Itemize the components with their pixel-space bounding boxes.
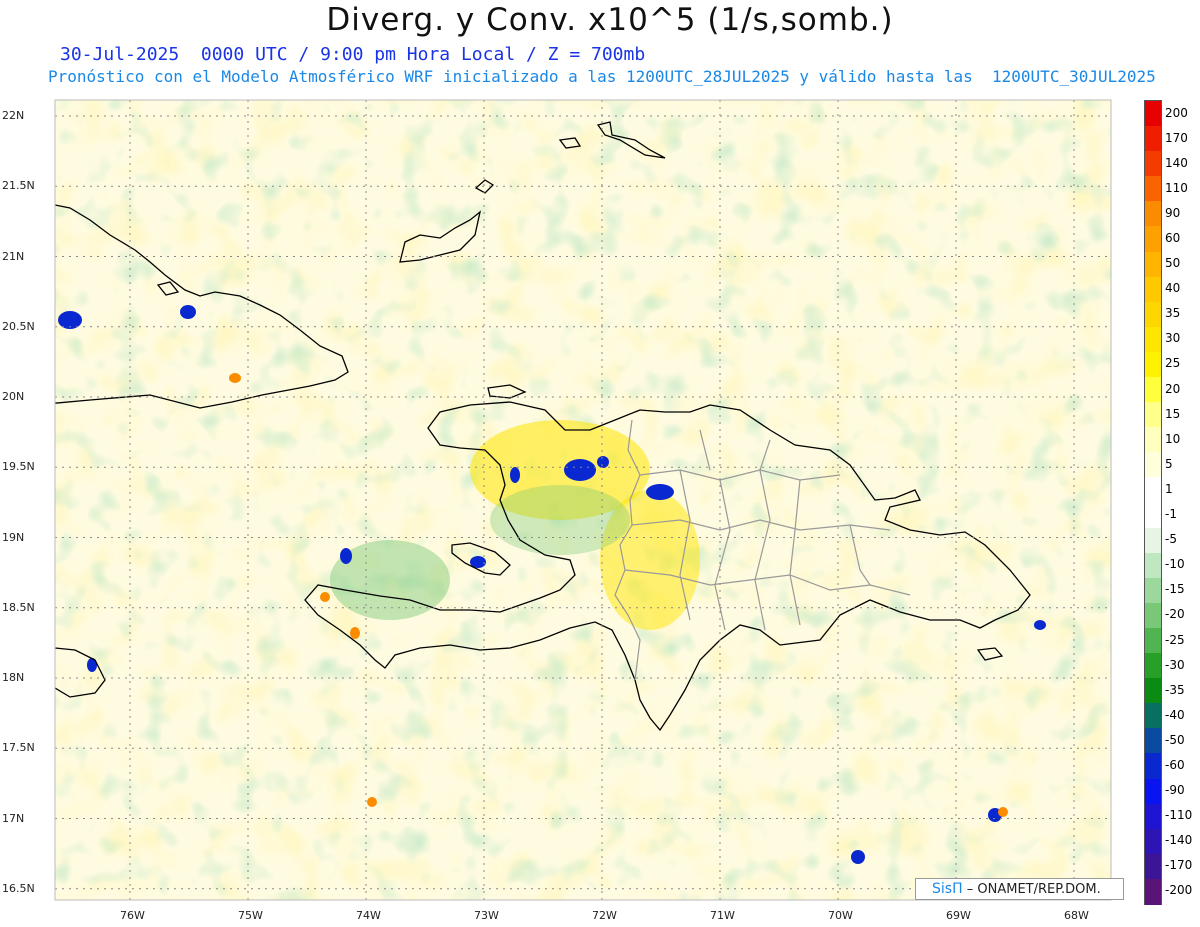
credit-box: SisΠ – ONAMET/REP.DOM. — [915, 878, 1124, 900]
colorbar-swatch — [1145, 678, 1161, 704]
colorbar-swatch — [1145, 653, 1161, 679]
colorbar-swatch — [1145, 326, 1161, 353]
colorbar-label: 110 — [1165, 180, 1188, 195]
colorbar-label: -20 — [1165, 607, 1185, 622]
lat-label: 20N — [2, 390, 25, 403]
colorbar-swatch — [1145, 728, 1161, 754]
colorbar-swatch — [1145, 853, 1161, 880]
field-shading — [55, 100, 1111, 900]
lat-label: 18.5N — [2, 600, 35, 614]
lon-label: 73W — [474, 909, 499, 922]
lat-label: 17N — [2, 811, 25, 825]
colorbar-label: -110 — [1165, 808, 1193, 823]
lat-label: 16.5N — [2, 881, 35, 895]
colorbar-label: 60 — [1165, 231, 1181, 246]
colorbar — [1144, 100, 1162, 905]
map-title: Diverg. y Conv. x10^5 (1/s,somb.) — [326, 2, 894, 38]
colorbar-label: 170 — [1165, 130, 1188, 145]
colorbar-label: 5 — [1165, 456, 1173, 471]
colorbar-label: -10 — [1165, 557, 1185, 572]
colorbar-label: 140 — [1165, 155, 1188, 170]
colorbar-label: -40 — [1165, 707, 1185, 722]
colorbar-swatch — [1145, 477, 1161, 503]
colorbar-label: -35 — [1165, 682, 1185, 697]
colorbar-label: -30 — [1165, 657, 1185, 672]
colorbar-swatch — [1145, 602, 1161, 629]
lat-label: 20.5N — [2, 319, 35, 333]
model-info-line: Pronóstico con el Modelo Atmosférico WRF… — [48, 67, 1156, 86]
colorbar-swatch — [1145, 351, 1161, 378]
colorbar-swatch — [1145, 878, 1161, 905]
colorbar-label: -90 — [1165, 783, 1185, 798]
colorbar-swatch — [1145, 151, 1161, 177]
lat-label: 21.5N — [2, 179, 35, 193]
lat-label: 22N — [2, 109, 25, 122]
colorbar-label: 15 — [1165, 406, 1181, 421]
colorbar-swatch — [1145, 452, 1161, 478]
lat-label: 19N — [2, 530, 25, 544]
colorbar-swatch — [1145, 753, 1161, 780]
lat-label: 21N — [2, 249, 25, 263]
lon-label: 72W — [592, 909, 617, 922]
colorbar-label: -50 — [1165, 732, 1185, 747]
colorbar-swatch — [1145, 577, 1161, 604]
colorbar-swatch — [1145, 703, 1161, 729]
lon-label: 70W — [828, 909, 853, 922]
colorbar-swatch — [1145, 627, 1161, 654]
colorbar-swatch — [1145, 828, 1161, 855]
colorbar-label: 20 — [1165, 381, 1181, 396]
colorbar-label: 10 — [1165, 431, 1181, 446]
colorbar-label: -1 — [1165, 507, 1177, 522]
colorbar-label: 35 — [1165, 306, 1181, 321]
colorbar-label: 30 — [1165, 331, 1181, 346]
colorbar-swatch — [1145, 803, 1161, 830]
lon-label: 76W — [120, 909, 145, 922]
colorbar-swatch — [1145, 402, 1161, 428]
colorbar-swatch — [1145, 201, 1161, 227]
colorbar-label: -5 — [1165, 532, 1177, 547]
colorbar-swatch — [1145, 778, 1161, 805]
lat-label: 18N — [2, 671, 25, 684]
colorbar-swatch — [1145, 126, 1161, 152]
colorbar-swatch — [1145, 377, 1161, 403]
valid-time-line: 30-Jul-2025 0000 UTC / 9:00 pm Hora Loca… — [60, 44, 646, 65]
colorbar-label: -60 — [1165, 757, 1185, 772]
colorbar-swatch — [1145, 552, 1161, 579]
sispi-logo: SisΠ — [932, 881, 963, 897]
colorbar-swatch — [1145, 176, 1161, 202]
colorbar-label: -25 — [1165, 632, 1185, 647]
colorbar-label: 1 — [1165, 481, 1173, 496]
lon-label: 69W — [946, 909, 971, 922]
colorbar-swatch — [1145, 301, 1161, 328]
colorbar-swatch — [1145, 226, 1161, 253]
credit-text: – ONAMET/REP.DOM. — [966, 882, 1101, 897]
colorbar-swatch — [1145, 101, 1161, 127]
lat-label: 17.5N — [2, 741, 35, 755]
colorbar-swatch — [1145, 251, 1161, 278]
colorbar-swatch — [1145, 527, 1161, 554]
colorbar-label: 50 — [1165, 256, 1181, 271]
colorbar-label: 200 — [1165, 105, 1188, 120]
lat-label: 19.5N — [2, 460, 35, 474]
colorbar-label: 40 — [1165, 281, 1181, 296]
colorbar-label: -200 — [1165, 883, 1193, 898]
colorbar-label: 90 — [1165, 205, 1181, 220]
lon-label: 74W — [356, 909, 381, 922]
colorbar-swatch — [1145, 427, 1161, 453]
colorbar-label: -15 — [1165, 582, 1185, 597]
colorbar-label: 25 — [1165, 356, 1181, 371]
colorbar-label: -170 — [1165, 858, 1193, 873]
divergence-map — [54, 99, 1112, 901]
lon-label: 68W — [1064, 909, 1089, 922]
colorbar-swatch — [1145, 502, 1161, 529]
colorbar-swatch — [1145, 276, 1161, 303]
colorbar-label: -140 — [1165, 833, 1193, 848]
lon-label: 75W — [238, 909, 263, 922]
lon-label: 71W — [710, 909, 735, 922]
